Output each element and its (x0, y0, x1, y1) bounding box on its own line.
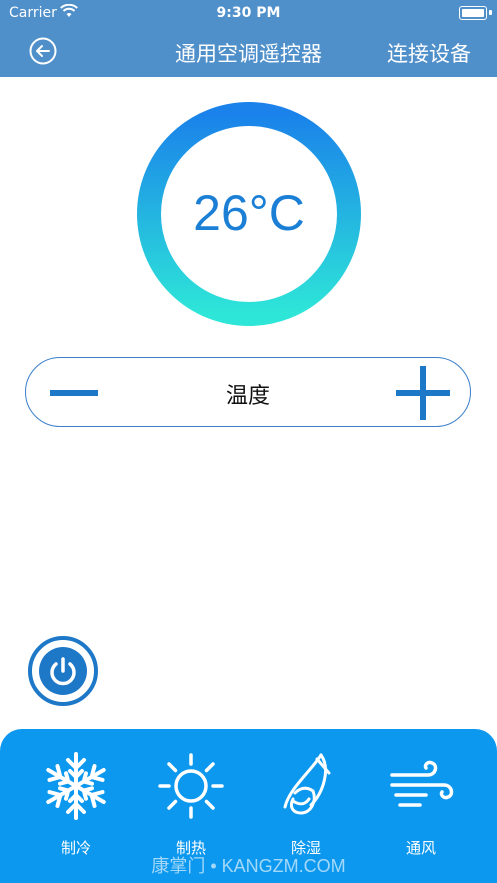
plus-icon[interactable] (396, 366, 450, 420)
sun-icon (158, 753, 224, 819)
watermark: 康掌门 • KANGZM.COM (151, 856, 346, 876)
power-icon[interactable] (27, 635, 99, 707)
wind-icon (390, 760, 454, 807)
status-time: 9:30 PM (216, 5, 281, 21)
temperature-ring: 26°C (136, 101, 362, 327)
temperature-value: 26°C (193, 185, 305, 241)
battery-tip (489, 10, 492, 15)
status-bar: Carrier 9:30 PM (0, 0, 497, 26)
battery-icon (459, 6, 487, 20)
water-drop-icon (283, 753, 331, 815)
nav-bar: 通用空调遥控器 连接设备 (0, 26, 497, 77)
connect-device-button[interactable]: 连接设备 (387, 38, 471, 68)
snowflake-icon (42, 752, 110, 820)
temperature-control: 温度 (25, 357, 471, 427)
header: Carrier 9:30 PM 通用空调遥控器 连接设备 (0, 0, 497, 77)
